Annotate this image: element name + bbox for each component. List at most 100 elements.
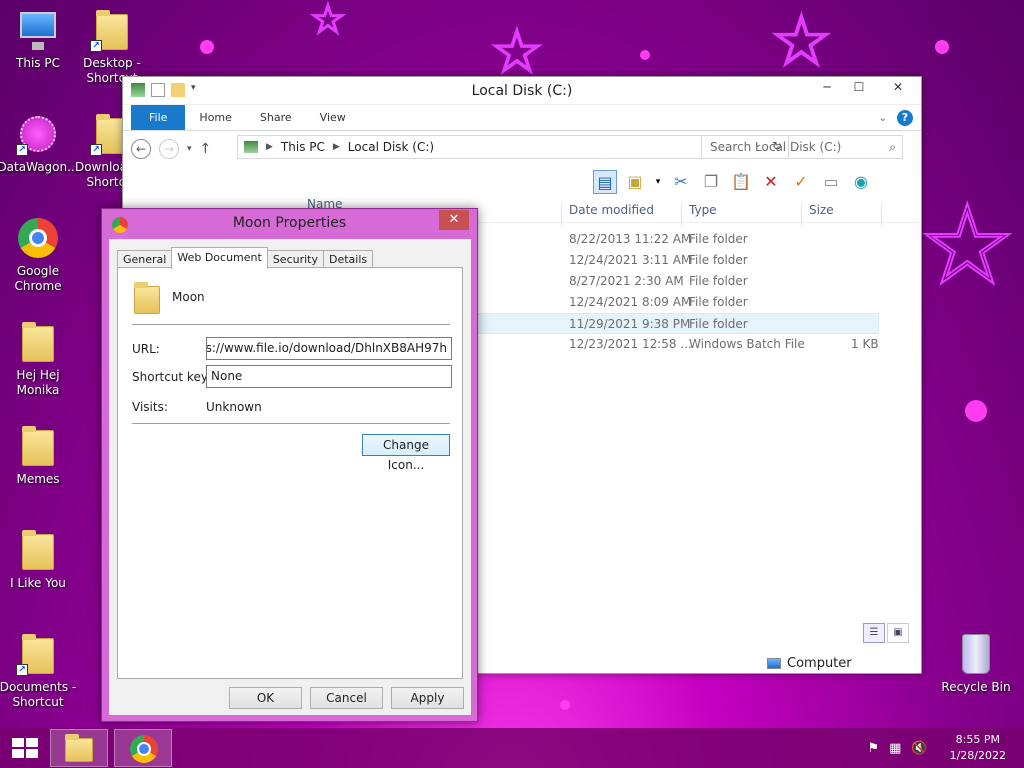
row-type: File folder bbox=[689, 232, 748, 246]
chevron-right-icon[interactable]: ▶ bbox=[266, 142, 273, 152]
desktop-icon-label: Hej Hej Monika bbox=[16, 368, 60, 397]
globe-icon[interactable]: ◉ bbox=[849, 170, 873, 194]
tab-view[interactable]: View bbox=[306, 105, 360, 130]
breadcrumb-local-disk[interactable]: Local Disk (C:) bbox=[348, 140, 434, 154]
folder-icon bbox=[134, 282, 160, 314]
recycle-bin-icon bbox=[962, 634, 990, 674]
properties-icon[interactable]: ▭ bbox=[819, 170, 843, 194]
close-button[interactable]: ✕ bbox=[875, 77, 921, 97]
desktop-icon-this-pc[interactable]: This PC bbox=[0, 8, 80, 71]
search-input[interactable]: Search Local Disk (C:) ⌕ bbox=[701, 135, 903, 159]
computer-icon bbox=[20, 12, 56, 50]
desktop-icon-documents-shortcut[interactable]: ↗ Documents - Shortcut bbox=[0, 632, 80, 710]
help-icon[interactable]: ? bbox=[897, 110, 913, 126]
tab-home[interactable]: Home bbox=[185, 105, 245, 130]
divider bbox=[132, 324, 450, 325]
folder-icon bbox=[22, 426, 54, 466]
drive-icon bbox=[244, 141, 258, 153]
desktop-icon-datawagon[interactable]: ↗ DataWagon... bbox=[0, 112, 80, 175]
desktop-icon-label: Recycle Bin bbox=[941, 680, 1011, 694]
forward-button[interactable]: → bbox=[159, 139, 179, 159]
status-location-label: Computer bbox=[787, 656, 852, 671]
desktop-icon-label: I Like You bbox=[10, 576, 66, 590]
tab-web-document[interactable]: Web Document bbox=[171, 247, 268, 269]
ribbon-tabs: File Home Share View ⌄ ? bbox=[123, 105, 921, 131]
column-size[interactable]: Size bbox=[809, 203, 834, 217]
maximize-button[interactable]: ☐ bbox=[843, 77, 875, 97]
explorer-titlebar[interactable]: ▾ Local Disk (C:) ─ ☐ ✕ bbox=[123, 77, 921, 105]
column-type[interactable]: Type bbox=[689, 203, 717, 217]
preview-pane-icon[interactable]: ▤ bbox=[593, 170, 617, 194]
shortcut-arrow-icon: ↗ bbox=[90, 40, 102, 52]
row-type: File folder bbox=[689, 295, 748, 309]
search-icon: ⌕ bbox=[889, 140, 896, 154]
url-label: URL: bbox=[132, 342, 160, 356]
properties-dialog: Moon Properties ✕ General Web Document S… bbox=[101, 208, 478, 722]
chevron-down-icon[interactable]: ▾ bbox=[653, 170, 663, 194]
start-button[interactable] bbox=[0, 728, 48, 768]
delete-icon[interactable]: ✕ bbox=[759, 170, 783, 194]
copy-icon[interactable]: ❐ bbox=[699, 170, 723, 194]
folder-options-icon[interactable]: ▣ bbox=[623, 170, 647, 194]
web-document-panel: Moon URL: https://www.file.io/download/D… bbox=[117, 267, 463, 679]
column-date-modified[interactable]: Date modified bbox=[569, 203, 654, 217]
dialog-title: Moon Properties bbox=[232, 215, 347, 231]
minimize-button[interactable]: ─ bbox=[811, 77, 843, 97]
row-type: Windows Batch File bbox=[689, 337, 805, 351]
ok-button[interactable]: OK bbox=[229, 687, 302, 709]
desktop-icon-label: This PC bbox=[16, 56, 60, 70]
desktop-icon-desktop-shortcut[interactable]: ↗ Desktop - Shortcut bbox=[74, 8, 150, 86]
divider bbox=[132, 423, 450, 424]
folder-icon bbox=[65, 734, 93, 762]
up-button[interactable]: ↑ bbox=[200, 141, 212, 157]
action-center-flag-icon[interactable]: ⚑ bbox=[867, 741, 879, 756]
desktop-icon-hej-hej-monika[interactable]: Hej Hej Monika bbox=[0, 320, 80, 398]
desktop-icon-i-like-you[interactable]: I Like You bbox=[0, 528, 80, 591]
apply-button[interactable]: Apply bbox=[391, 687, 464, 709]
taskbar-file-explorer[interactable] bbox=[50, 729, 108, 767]
back-button[interactable]: ← bbox=[131, 139, 151, 159]
folder-icon bbox=[22, 322, 54, 362]
status-location: Computer bbox=[767, 656, 852, 671]
row-date: 11/29/2021 9:38 PM bbox=[569, 317, 691, 331]
tab-share[interactable]: Share bbox=[246, 105, 306, 130]
expand-ribbon-icon[interactable]: ⌄ bbox=[879, 113, 887, 124]
row-date: 12/24/2021 8:09 AM bbox=[569, 295, 692, 309]
row-type: File folder bbox=[689, 317, 748, 331]
close-button[interactable]: ✕ bbox=[439, 210, 469, 230]
view-toggle: ☰ ▣ bbox=[863, 623, 909, 643]
recent-locations-icon[interactable]: ▾ bbox=[187, 144, 192, 154]
chrome-icon bbox=[18, 218, 58, 258]
shortcut-key-label: Shortcut key: bbox=[132, 370, 212, 384]
shortcut-key-field[interactable]: None bbox=[206, 365, 452, 388]
clock[interactable]: 8:55 PM 1/28/2022 bbox=[950, 732, 1006, 764]
change-icon-button[interactable]: Change Icon... bbox=[362, 434, 450, 472]
volume-muted-icon[interactable]: 🔇 bbox=[911, 741, 927, 756]
clock-date: 1/28/2022 bbox=[949, 749, 1006, 762]
row-date: 8/22/2013 11:22 AM bbox=[569, 232, 692, 246]
cut-icon[interactable]: ✂ bbox=[669, 170, 693, 194]
rename-icon[interactable]: ✓ bbox=[789, 170, 813, 194]
desktop-icon-recycle-bin[interactable]: Recycle Bin bbox=[934, 632, 1018, 695]
shortcut-arrow-icon: ↗ bbox=[16, 144, 28, 156]
cancel-button[interactable]: Cancel bbox=[310, 687, 383, 709]
folder-icon bbox=[22, 530, 54, 570]
chevron-right-icon[interactable]: ▶ bbox=[333, 142, 340, 152]
item-icon bbox=[132, 282, 166, 316]
dialog-body: General Web Document Security Details Mo… bbox=[109, 239, 471, 715]
details-view-icon[interactable]: ☰ bbox=[863, 623, 885, 643]
desktop-icon-memes[interactable]: Memes bbox=[0, 424, 80, 487]
desktop-icon-google-chrome[interactable]: Google Chrome bbox=[0, 216, 80, 294]
url-field[interactable]: https://www.file.io/download/DhlnXB8AH97… bbox=[206, 337, 452, 360]
item-name: Moon bbox=[172, 290, 205, 304]
windows-logo-icon bbox=[12, 738, 38, 758]
paste-icon[interactable]: 📋 bbox=[729, 170, 753, 194]
visits-label: Visits: bbox=[132, 400, 168, 414]
breadcrumb-this-pc[interactable]: This PC bbox=[281, 140, 325, 154]
large-icons-view-icon[interactable]: ▣ bbox=[887, 623, 909, 643]
file-row-selected[interactable]: 11/29/2021 9:38 PM File folder bbox=[473, 313, 879, 334]
desktop-icon-label: Memes bbox=[16, 472, 60, 486]
network-icon[interactable]: ▦ bbox=[889, 741, 901, 756]
taskbar-chrome[interactable] bbox=[114, 729, 172, 767]
tab-file[interactable]: File bbox=[131, 105, 186, 130]
